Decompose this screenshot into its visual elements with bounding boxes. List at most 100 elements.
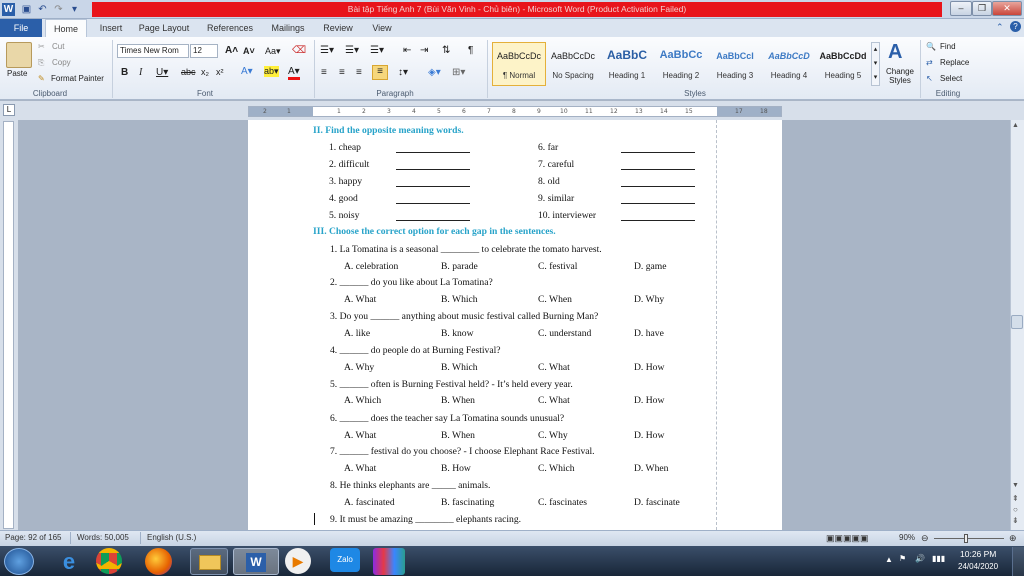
multilevel-list-icon[interactable]: ☰▾ <box>370 45 384 56</box>
shading-icon[interactable]: ◈▾ <box>428 67 441 78</box>
media-player-icon[interactable]: ▶ <box>285 548 311 574</box>
show-hide-icon[interactable]: ¶ <box>468 45 473 56</box>
show-hidden-icons[interactable]: ▲ <box>885 555 893 564</box>
cut-button[interactable]: Cut <box>52 42 64 51</box>
minimize-button[interactable]: – <box>950 1 972 16</box>
borders-icon[interactable]: ⊞▾ <box>452 67 465 78</box>
strikethrough-icon[interactable]: abc <box>181 67 196 77</box>
next-page-icon[interactable]: ⇟ <box>1012 516 1019 525</box>
tab-mailings[interactable]: Mailings <box>268 19 308 37</box>
browse-object-icon[interactable]: ○ <box>1013 505 1018 514</box>
numbering-icon[interactable]: ☰▾ <box>345 45 359 56</box>
font-name-select[interactable]: Times New Rom <box>117 44 189 58</box>
internet-explorer-icon[interactable]: e <box>50 548 88 575</box>
change-case-icon[interactable]: Aa▾ <box>265 46 281 57</box>
bullets-icon[interactable]: ☰▾ <box>320 45 334 56</box>
change-styles-icon[interactable]: A <box>888 41 902 64</box>
clear-formatting-icon[interactable]: ⌫ <box>292 45 306 56</box>
scroll-thumb[interactable] <box>1011 315 1023 329</box>
styles-scroll-icon[interactable]: ▴ ▾ ▾ <box>871 42 880 86</box>
replace-button[interactable]: Replace <box>940 58 969 67</box>
firefox-icon[interactable] <box>145 548 172 575</box>
align-right-icon[interactable]: ≡ <box>356 67 362 78</box>
italic-icon[interactable]: I <box>139 67 142 78</box>
tab-references[interactable]: References <box>204 19 256 37</box>
close-button[interactable]: ✕ <box>992 1 1022 16</box>
paste-button[interactable]: Paste <box>7 69 27 78</box>
bold-icon[interactable]: B <box>121 67 128 78</box>
font-color-icon[interactable]: A▾ <box>288 66 300 80</box>
word-item: 8. old <box>538 176 560 187</box>
group-divider <box>314 40 315 98</box>
clock-date[interactable]: 24/04/2020 <box>958 562 998 571</box>
winrar-icon[interactable] <box>373 548 405 575</box>
word-count[interactable]: Words: 50,005 <box>70 532 129 544</box>
file-explorer-icon[interactable] <box>190 548 228 575</box>
superscript-icon[interactable]: x² <box>216 67 224 77</box>
style-normal[interactable]: AaBbCcDc ¶ Normal <box>492 42 546 86</box>
style-heading-1[interactable]: AaBbC Heading 1 <box>600 42 654 86</box>
text-effects-icon[interactable]: A▾ <box>241 66 253 77</box>
tab-view[interactable]: View <box>368 19 396 37</box>
zoom-level[interactable]: 90% <box>899 532 915 544</box>
tab-insert[interactable]: Insert <box>94 19 128 37</box>
scroll-up-icon[interactable]: ▲ <box>1012 122 1019 129</box>
show-desktop-button[interactable] <box>1012 547 1024 576</box>
align-center-icon[interactable]: ≡ <box>339 67 345 78</box>
style-no-spacing[interactable]: AaBbCcDc No Spacing <box>546 42 600 86</box>
vertical-ruler[interactable] <box>3 121 14 529</box>
decrease-indent-icon[interactable]: ⇤ <box>403 45 411 56</box>
sort-icon[interactable]: ⇅ <box>442 45 450 56</box>
line-spacing-icon[interactable]: ↕▾ <box>398 67 408 78</box>
copy-button[interactable]: Copy <box>52 58 71 67</box>
subscript-icon[interactable]: x₂ <box>201 67 209 77</box>
font-size-select[interactable]: 12 <box>190 44 218 58</box>
style-heading-5[interactable]: AaBbCcDd Heading 5 <box>816 42 870 86</box>
save-icon[interactable]: ▣ <box>20 3 33 16</box>
previous-page-icon[interactable]: ⇞ <box>1012 494 1019 503</box>
zoom-slider-thumb[interactable] <box>964 534 968 543</box>
zoom-slider[interactable] <box>934 538 1004 539</box>
help-icon[interactable]: ? <box>1010 21 1021 32</box>
zoom-out-icon[interactable]: ⊖ <box>921 532 929 544</box>
shrink-font-icon[interactable]: A˅ <box>243 46 255 56</box>
redo-icon[interactable]: ↷ <box>52 3 65 16</box>
scroll-down-icon[interactable]: ▼ <box>1012 482 1019 489</box>
horizontal-ruler[interactable]: 21 1 2 3 4 5 6 7 8 9 10 11 12 13 14 15 17 18 <box>248 106 782 117</box>
tab-page-layout[interactable]: Page Layout <box>138 19 190 37</box>
network-icon[interactable]: ▮▮▮ <box>932 554 945 563</box>
justify-icon[interactable]: ≡ <box>372 65 388 80</box>
style-heading-3[interactable]: AaBbCcI Heading 3 <box>708 42 762 86</box>
increase-indent-icon[interactable]: ⇥ <box>420 45 428 56</box>
tab-file[interactable]: File <box>0 19 42 37</box>
highlight-color-icon[interactable]: ab▾ <box>264 66 279 77</box>
start-button-icon[interactable] <box>4 548 34 575</box>
underline-icon[interactable]: U▾ <box>156 67 168 78</box>
find-button[interactable]: Find <box>940 42 956 51</box>
tab-review[interactable]: Review <box>320 19 356 37</box>
paste-icon[interactable] <box>6 42 32 68</box>
minimize-ribbon-icon[interactable]: ⌃ <box>996 22 1004 33</box>
style-heading-2[interactable]: AaBbCc Heading 2 <box>654 42 708 86</box>
undo-icon[interactable]: ↶ <box>36 3 49 16</box>
view-buttons-icon[interactable]: ▣▣▣▣▣ <box>826 532 869 544</box>
tab-selector-icon[interactable]: L <box>3 104 15 116</box>
style-heading-4[interactable]: AaBbCcD Heading 4 <box>762 42 816 86</box>
chrome-icon[interactable] <box>96 548 122 574</box>
change-styles-button[interactable]: Change Styles <box>884 67 916 85</box>
select-button[interactable]: Select <box>940 74 962 83</box>
word-taskbar-icon[interactable]: W <box>233 548 279 575</box>
clock-time[interactable]: 10:26 PM <box>960 549 996 559</box>
format-painter-button[interactable]: Format Painter <box>51 74 104 83</box>
restore-button[interactable]: ❐ <box>972 1 992 16</box>
grow-font-icon[interactable]: A˄ <box>225 45 238 56</box>
page-count[interactable]: Page: 92 of 165 <box>5 532 62 544</box>
zoom-in-icon[interactable]: ⊕ <box>1009 532 1017 544</box>
align-left-icon[interactable]: ≡ <box>321 67 327 78</box>
volume-icon[interactable]: 🔊 <box>915 554 925 563</box>
tab-home[interactable]: Home <box>45 19 87 37</box>
action-center-icon[interactable]: ⚑ <box>899 554 906 563</box>
language-indicator[interactable]: English (U.S.) <box>140 532 196 544</box>
customize-qat-icon[interactable]: ▾ <box>68 3 81 16</box>
zalo-icon[interactable]: Zalo <box>330 548 360 572</box>
